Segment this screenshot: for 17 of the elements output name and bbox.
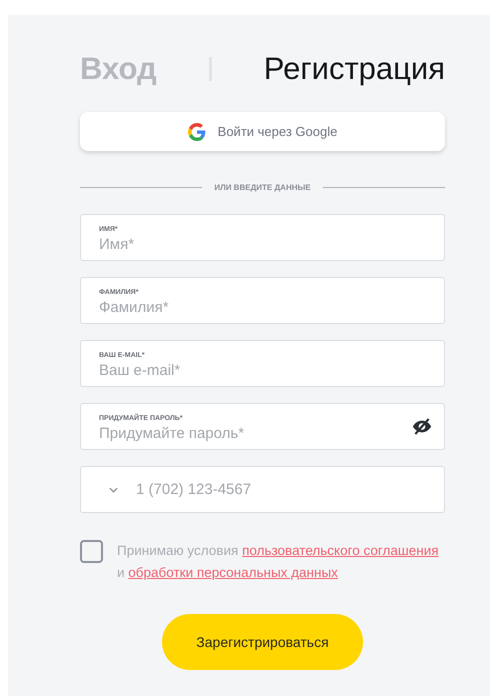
text-input[interactable]: Ваш e-mail*: [99, 362, 432, 379]
tab[interactable]: Регистрация: [264, 51, 445, 87]
checkbox[interactable]: [80, 540, 103, 563]
phone-field[interactable]: 1 (702) 123-4567: [80, 466, 445, 513]
text-input[interactable]: Фамилия*: [99, 299, 432, 316]
chevron-down-icon[interactable]: [109, 486, 118, 492]
google-logo-icon: [188, 122, 206, 140]
google-sign-in-button[interactable]: Войти через Google: [80, 112, 445, 151]
text-input[interactable]: Имя*: [99, 236, 432, 253]
phone-input[interactable]: 1 (702) 123-4567: [136, 481, 432, 498]
text-input[interactable]: Придумайте пароль*: [99, 425, 412, 442]
divider-label: ИЛИ ВВЕДИТЕ ДАННЫЕ: [214, 182, 311, 192]
register-button[interactable]: Зарегистрироваться: [162, 614, 363, 670]
consent-text: Принимаю условия пользовательского соглашения и обработки персональных данных: [117, 542, 440, 582]
terms-link[interactable]: пользовательского соглашения: [242, 543, 439, 558]
terms-link[interactable]: обработки персональных данных: [128, 565, 338, 580]
eye-slash-icon[interactable]: [412, 418, 432, 435]
